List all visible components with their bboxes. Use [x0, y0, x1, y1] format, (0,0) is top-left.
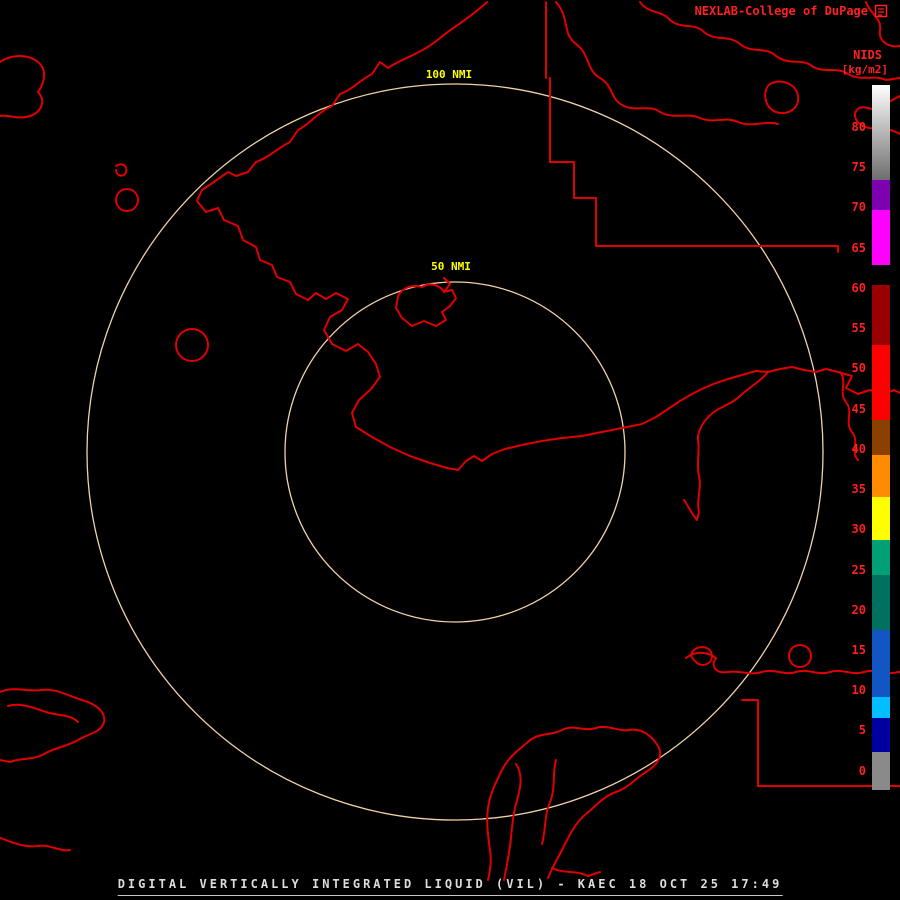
legend-units: [kg/m2]	[841, 63, 888, 76]
bottom-right-shore	[685, 651, 900, 675]
bottom-right-loop	[690, 646, 713, 666]
bay-islet	[395, 283, 457, 327]
ring-label-50nmi: 50 NMI	[431, 260, 471, 273]
colorbar-tick: 50	[851, 361, 866, 375]
colorbar-segment	[872, 180, 890, 210]
colorbar-tick: 75	[851, 160, 866, 174]
colorbar-segment	[872, 575, 890, 630]
colorbar-segment	[872, 285, 890, 345]
delta-channel-2	[541, 759, 557, 845]
colorbar-ticks: 80 75 70 65 60 55 50 45 40 35 30 25 20 15 10 5 0	[836, 85, 866, 790]
range-ring-50nmi	[284, 281, 626, 623]
colorbar-tick: 60	[851, 281, 866, 295]
colorbar-segment	[872, 718, 890, 752]
header: NEXLAB-College of DuPage	[695, 4, 888, 18]
range-ring-100nmi	[86, 83, 824, 821]
colorbar-tick: 65	[851, 241, 866, 255]
colorbar-segment	[872, 210, 890, 265]
radar-display: 100 NMI 50 NMI NEXLAB-College of DuPage …	[0, 0, 900, 900]
ring-label-100nmi: 100 NMI	[426, 68, 472, 81]
colorbar-tick: 35	[851, 482, 866, 496]
delta-outline-right	[527, 725, 662, 879]
colorbar-segment	[872, 697, 890, 718]
right-mid-shore	[697, 371, 769, 441]
colorbar-segment	[872, 265, 890, 285]
colorbar-tick: 20	[851, 603, 866, 617]
legend-title: NIDS	[853, 48, 882, 62]
header-title: NEXLAB-College of DuPage	[694, 4, 868, 18]
nexlab-logo-icon	[874, 4, 888, 18]
radar-map: 100 NMI 50 NMI	[0, 1, 900, 881]
river-northeast-1	[555, 1, 779, 126]
small-mark	[115, 163, 128, 177]
colorbar-tick: 70	[851, 200, 866, 214]
colorbar-segment	[872, 420, 890, 455]
caption: DIGITAL VERTICALLY INTEGRATED LIQUID (VI…	[117, 877, 783, 896]
right-mid-boundary	[683, 439, 701, 521]
bottom-left-island	[0, 688, 106, 763]
colorbar-tick: 10	[851, 683, 866, 697]
colorbar-tick: 30	[851, 522, 866, 536]
county-lines	[545, 1, 839, 253]
colorbar	[872, 85, 890, 790]
small-lake-1	[115, 188, 139, 212]
left-blob	[0, 55, 45, 119]
river-loop	[764, 80, 800, 114]
colorbar-segment	[872, 630, 890, 697]
range-rings	[86, 83, 824, 821]
map-lines	[0, 1, 900, 881]
colorbar-tick: 40	[851, 442, 866, 456]
colorbar-tick: 80	[851, 120, 866, 134]
colorbar-segment	[872, 497, 890, 540]
colorbar-segment	[872, 455, 890, 497]
delta-channel-1	[503, 763, 522, 881]
colorbar-tick: 25	[851, 563, 866, 577]
colorbar-tick: 45	[851, 402, 866, 416]
colorbar-tick: 0	[858, 764, 866, 778]
bottom-left-inner	[7, 703, 79, 723]
small-lake-2	[175, 328, 209, 362]
ring-labels: 100 NMI 50 NMI	[419, 67, 479, 273]
delta-tail	[551, 867, 601, 877]
colorbar-segment	[872, 85, 890, 180]
colorbar-tick: 55	[851, 321, 866, 335]
small-lake-3	[788, 644, 812, 668]
colorbar-tick: 15	[851, 643, 866, 657]
bottom-left-shore	[0, 837, 71, 852]
colorbar-segment	[872, 752, 890, 790]
coastline-main	[196, 1, 900, 471]
colorbar-segment	[872, 345, 890, 420]
colorbar-segment	[872, 540, 890, 575]
colorbar-tick: 5	[858, 723, 866, 737]
